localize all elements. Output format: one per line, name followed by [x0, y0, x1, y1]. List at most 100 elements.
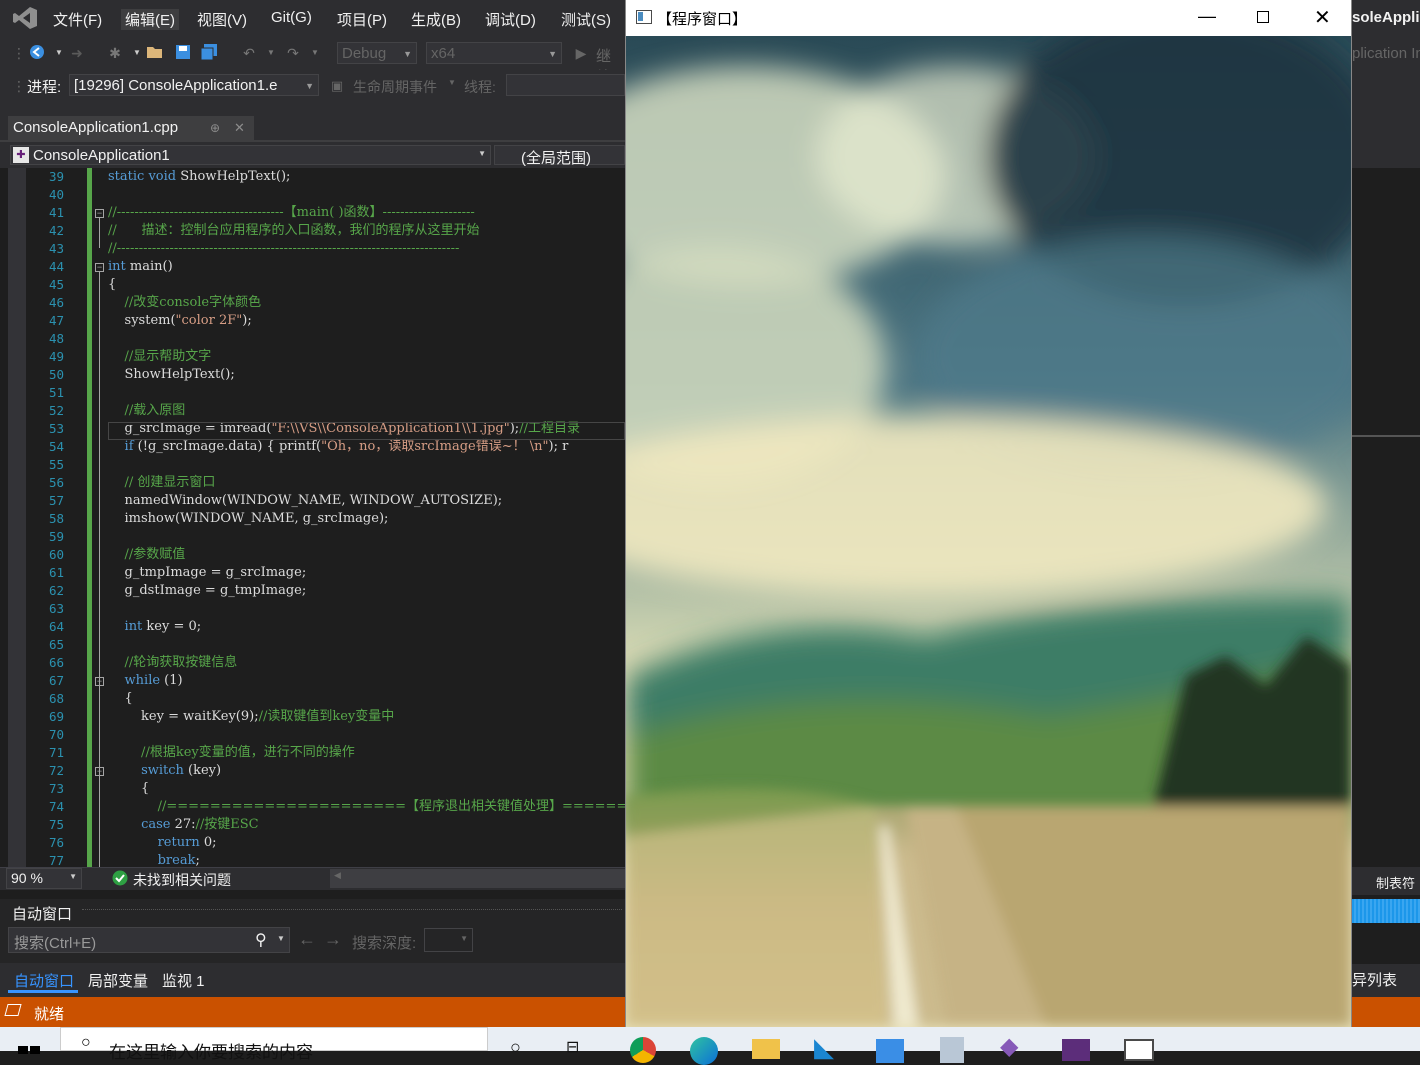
- line-number: 41: [48, 205, 64, 220]
- config-select[interactable]: Debug ▼: [337, 42, 417, 64]
- vscode-icon[interactable]: ◣: [814, 1034, 834, 1060]
- code-line: 67 while (1): [0, 672, 625, 690]
- autos-search-box[interactable]: 搜索(Ctrl+E) ⚲ ▼: [8, 927, 290, 953]
- scroll-left-icon[interactable]: ◀: [334, 870, 341, 881]
- line-number: 66: [48, 655, 64, 670]
- cortana-icon[interactable]: ○: [510, 1037, 521, 1058]
- line-number: 50: [48, 367, 64, 382]
- code-line: 57 namedWindow(WINDOW_NAME, WINDOW_AUTOS…: [0, 492, 625, 510]
- windows-taskbar: ○ 在这里输入你要搜索的内容 ○ ⊟ ◣ ◆: [0, 1027, 1420, 1065]
- code-line: 51: [0, 384, 625, 402]
- search-icon[interactable]: ⚲: [255, 930, 267, 950]
- background-progress-bar: [1352, 899, 1420, 923]
- menu-view[interactable]: 视图(V): [197, 9, 247, 30]
- search-input[interactable]: 搜索(Ctrl+E): [14, 932, 96, 953]
- console-app-icon[interactable]: [1062, 1039, 1090, 1061]
- tab-autos[interactable]: 自动窗口: [14, 970, 74, 991]
- open-folder-icon[interactable]: [146, 44, 164, 62]
- menu-file[interactable]: 文件(F): [53, 9, 102, 30]
- code-line: 41 //------------------------------------…: [0, 204, 625, 222]
- autos-window: 自动窗口 搜索(Ctrl+E) ⚲ ▼ ← → 搜索深度: ▼ 自动窗口 局部变…: [0, 899, 625, 997]
- menu-build[interactable]: 生成(B): [411, 9, 461, 30]
- back-icon[interactable]: [28, 44, 46, 62]
- redo-icon[interactable]: ↷: [284, 44, 302, 62]
- new-dropdown-icon[interactable]: ▼: [128, 44, 146, 62]
- save-all-icon[interactable]: [200, 44, 218, 62]
- fold-collapse-icon[interactable]: −: [95, 209, 104, 218]
- code-line: 73 {: [0, 780, 625, 798]
- windows-start-icon[interactable]: [18, 1041, 40, 1054]
- line-number: 46: [48, 295, 64, 310]
- search-depth-select[interactable]: ▼: [424, 928, 473, 952]
- task-view-icon[interactable]: ⊟: [566, 1037, 579, 1057]
- close-icon[interactable]: ✕: [1314, 5, 1331, 30]
- code-text: if (!g_srcImage.data) { printf("Oh，no，读取…: [124, 439, 569, 454]
- line-number: 56: [48, 475, 64, 490]
- back-dropdown-icon[interactable]: ▼: [50, 44, 68, 62]
- play-icon[interactable]: ▶: [572, 44, 590, 62]
- check-circle-icon: [112, 870, 128, 886]
- pin-icon[interactable]: ⊕: [210, 116, 220, 140]
- code-editor[interactable]: 39 static void ShowHelpText(); 40 41 //-----…: [0, 168, 625, 867]
- line-number: 40: [48, 187, 64, 202]
- lifecycle-label[interactable]: 生命周期事件: [353, 77, 437, 97]
- code-text: imshow(WINDOW_NAME, g_srcImage);: [108, 511, 389, 526]
- status-ready: 就绪: [34, 1006, 65, 1023]
- search-forward-icon[interactable]: →: [324, 929, 342, 950]
- save-icon[interactable]: [174, 44, 192, 62]
- code-line: 71 //根据key变量的值，进行不同的操作: [0, 744, 625, 762]
- line-number: 67: [48, 673, 64, 688]
- menu-project[interactable]: 项目(P): [337, 9, 387, 30]
- notepad-icon[interactable]: [940, 1037, 964, 1063]
- process-select[interactable]: [19296] ConsoleApplication1.e ▼: [69, 74, 319, 96]
- menu-git[interactable]: Git(G): [271, 9, 312, 26]
- background-window-edge: soleAppli plication In 制表符 异列表: [1352, 0, 1420, 1027]
- close-icon[interactable]: ✕: [234, 116, 245, 140]
- lifecycle-icon[interactable]: ▣: [328, 77, 346, 95]
- code-text: //--------------------------------------…: [108, 205, 475, 220]
- code-line: 40: [0, 186, 625, 204]
- line-number: 73: [48, 781, 64, 796]
- zoom-select[interactable]: 90 % ▼: [6, 868, 82, 889]
- chevron-down-icon[interactable]: ▼: [277, 934, 285, 943]
- menu-debug[interactable]: 调试(D): [485, 9, 536, 30]
- new-project-icon[interactable]: ✱: [106, 44, 124, 62]
- code-text: //显示帮助文字: [108, 349, 212, 364]
- code-text: ShowHelpText();: [108, 367, 235, 382]
- app-blue-icon[interactable]: [876, 1039, 904, 1063]
- maximize-icon[interactable]: [1257, 11, 1269, 23]
- issues-status[interactable]: 未找到相关问题: [133, 870, 231, 890]
- line-number: 54: [48, 439, 64, 454]
- chevron-down-icon: ▼: [69, 872, 77, 881]
- file-explorer-icon[interactable]: [752, 1039, 780, 1059]
- undo-dropdown-icon[interactable]: ▼: [262, 44, 280, 62]
- code-text: //载入原图: [108, 403, 186, 418]
- tab-locals[interactable]: 局部变量: [88, 970, 148, 991]
- program-window-titlebar[interactable]: 【程序窗口】 — ✕: [626, 0, 1351, 36]
- autos-tab-strip: 自动窗口 局部变量 监视 1: [0, 963, 625, 997]
- fold-collapse-icon[interactable]: −: [95, 263, 104, 272]
- chrome-icon[interactable]: [630, 1037, 656, 1063]
- code-line: 42 // 描述：控制台应用程序的入口函数，我们的程序从这里开始: [0, 222, 625, 240]
- menu-test[interactable]: 测试(S): [561, 9, 611, 30]
- thread-select[interactable]: [506, 74, 625, 96]
- menu-edit[interactable]: 编辑(E): [121, 9, 179, 30]
- comment-icon: [4, 1004, 22, 1016]
- redo-dropdown-icon[interactable]: ▼: [306, 44, 324, 62]
- tab-watch-1[interactable]: 监视 1: [162, 970, 205, 991]
- search-back-icon[interactable]: ←: [298, 929, 316, 950]
- horizontal-scrollbar[interactable]: ◀: [330, 869, 625, 888]
- minimize-icon[interactable]: —: [1198, 6, 1216, 27]
- visual-studio-icon[interactable]: ◆: [1000, 1035, 1018, 1059]
- edge-icon[interactable]: [690, 1037, 718, 1065]
- cpp-project-icon: ✚: [13, 147, 29, 163]
- undo-icon[interactable]: ↶: [240, 44, 258, 62]
- taskbar-search-box[interactable]: ○ 在这里输入你要搜索的内容: [60, 1027, 488, 1062]
- background-divider: [1352, 435, 1420, 437]
- platform-select[interactable]: x64 ▼: [426, 42, 562, 64]
- tab-consoleapplication1-cpp[interactable]: ConsoleApplication1.cpp ⊕ ✕: [8, 116, 254, 140]
- forward-icon[interactable]: ➜: [68, 44, 86, 62]
- scope-select[interactable]: (全局范围): [494, 145, 625, 167]
- project-select[interactable]: ✚ ConsoleApplication1 ▼: [10, 145, 491, 165]
- program-window-icon[interactable]: [1124, 1039, 1154, 1061]
